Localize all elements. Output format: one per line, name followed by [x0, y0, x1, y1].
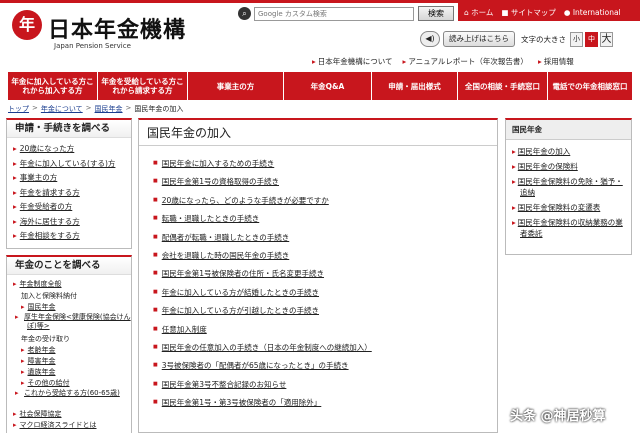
sidebar-item[interactable]: 社会保障協定 — [13, 409, 131, 420]
right-sidebar: 国民年金 国民年金の加入 国民年金の保険料 国民年金保険料の免除・猶予・追納 国… — [505, 118, 632, 255]
nav-recipients[interactable]: 年金を受給している方これから請求する方 — [98, 72, 188, 100]
font-size-medium-button[interactable]: 中 — [585, 31, 598, 47]
right-sidebar-item[interactable]: 国民年金保険料の免除・猶予・追納 — [512, 174, 627, 200]
right-sidebar-item[interactable]: 国民年金保険料の収納業務の業者委託 — [512, 215, 627, 241]
sidebar-item[interactable]: 20歳になった方 — [13, 142, 131, 157]
nav-faq[interactable]: 年金Q&A — [284, 72, 372, 100]
annual-report-link[interactable]: アニュアルレポート（年次報告書） — [403, 56, 528, 68]
procedures-title: 申請・手続きを調べる — [7, 120, 131, 138]
breadcrumb-home[interactable]: トップ — [8, 104, 29, 114]
sidebar-subitem[interactable]: これから受給する方(60-65歳) — [13, 389, 131, 409]
font-size-large-button[interactable]: 大 — [600, 31, 613, 47]
main-nav: 年金に加入している方これから加入する方 年金を受給している方これから請求する方 … — [8, 72, 632, 100]
main-content: 国民年金の加入 国民年金に加入するための手続き 国民年金第1号の資格取得の手続き… — [138, 118, 498, 433]
sidebar-subitem[interactable]: 老齢年金 — [13, 345, 131, 356]
sidebar-item[interactable]: 事業主の方 — [13, 171, 131, 186]
list-item[interactable]: 国民年金第1号被保険者の住所・氏名変更手続き — [153, 264, 497, 282]
list-item[interactable]: 年金に加入している方が結婚したときの手続き — [153, 283, 497, 301]
right-sidebar-title: 国民年金 — [506, 120, 631, 140]
list-item[interactable]: 国民年金第1号の資格取得の手続き — [153, 172, 497, 190]
sidebar-subitem[interactable]: 遺族年金 — [13, 367, 131, 378]
search-bar: ⌕ 検索 — [238, 6, 456, 21]
list-item[interactable]: 20歳になったら、どのような手続きが必要ですか — [153, 191, 497, 209]
font-size-small-button[interactable]: 小 — [570, 31, 583, 47]
sidebar-subitem[interactable]: 障害年金 — [13, 356, 131, 367]
font-size-label: 文字の大きさ — [521, 34, 566, 44]
sidebar-item[interactable]: 年金を請求する方 — [13, 186, 131, 201]
sidebar-item[interactable]: マクロ経済スライドとは — [13, 420, 131, 431]
sidebar-subitem[interactable]: その他の給付 — [13, 378, 131, 389]
home-link[interactable]: ⌂ ホーム — [464, 7, 493, 18]
search-input[interactable] — [254, 6, 414, 21]
logo-seal-icon: 年 — [12, 10, 42, 40]
sitemap-link[interactable]: ■ サイトマップ — [501, 7, 555, 18]
sidebar-item[interactable]: 年金相談をする方 — [13, 229, 131, 244]
about-link[interactable]: 日本年金機構について — [312, 56, 393, 68]
watermark: 头条 @神居秒算 — [510, 409, 606, 424]
international-link[interactable]: ● International — [564, 8, 621, 17]
breadcrumb-national-pension[interactable]: 国民年金 — [95, 104, 123, 114]
search-icon: ⌕ — [238, 7, 251, 20]
nav-employers[interactable]: 事業主の方 — [188, 72, 284, 100]
right-sidebar-item[interactable]: 国民年金の保険料 — [512, 159, 627, 174]
procedures-box: 申請・手続きを調べる 20歳になった方 年金に加入している(する)方 事業主の方… — [6, 118, 132, 249]
sidebar-group-label: 年金の受け取り — [21, 334, 70, 343]
left-sidebar: 申請・手続きを調べる 20歳になった方 年金に加入している(する)方 事業主の方… — [6, 118, 132, 433]
brand-name-en: Japan Pension Service — [54, 42, 131, 50]
recruit-link[interactable]: 採用情報 — [538, 56, 574, 68]
list-item[interactable]: 会社を退職した時の国民年金の手続き — [153, 246, 497, 264]
breadcrumb: トップ > 年金について > 国民年金 > 国民年金の加入 — [8, 104, 184, 114]
list-item[interactable]: 年金に加入している方が引越したときの手続き — [153, 301, 497, 319]
list-item[interactable]: 国民年金に加入するための手続き — [153, 154, 497, 172]
breadcrumb-current: 国民年金の加入 — [134, 105, 184, 113]
nav-phone[interactable]: 電話での年金相談窓口 — [548, 72, 632, 100]
list-item[interactable]: 3号被保険者の「配偶者が65歳になったとき」の手続き — [153, 356, 497, 374]
sidebar-subitem[interactable]: 国民年金 — [13, 302, 131, 313]
list-item[interactable]: 配偶者が転職・退職したときの手続き — [153, 228, 497, 246]
accessibility-tools: ◀) 読み上げはこちら 文字の大きさ 小 中 大 — [420, 28, 638, 50]
procedure-list: 国民年金に加入するための手続き 国民年金第1号の資格取得の手続き 20歳になった… — [139, 146, 497, 411]
page-title: 国民年金の加入 — [139, 120, 497, 146]
brand-name: 日本年金機構 — [48, 17, 187, 43]
nav-forms[interactable]: 申請・届出様式 — [372, 72, 458, 100]
right-sidebar-item[interactable]: 国民年金保険料の変遷表 — [512, 200, 627, 215]
sub-links: 日本年金機構について アニュアルレポート（年次報告書） 採用情報 — [312, 56, 640, 68]
pension-info-box: 年金のことを調べる 年金制度全般 加入と保険料納付 国民年金 厚生年金保険<健康… — [6, 254, 132, 433]
read-aloud-button[interactable]: 読み上げはこちら — [443, 31, 515, 47]
sidebar-item[interactable]: 年金に加入している(する)方 — [13, 157, 131, 172]
sidebar-group-label: 加入と保険料納付 — [21, 291, 77, 300]
sidebar-subitem[interactable]: 厚生年金保険<健康保険(協会けんぽ)等> — [13, 313, 131, 333]
nav-insured[interactable]: 年金に加入している方これから加入する方 — [8, 72, 98, 100]
search-button[interactable]: 検索 — [418, 6, 454, 21]
sidebar-item[interactable]: 海外に居住する方 — [13, 215, 131, 230]
site-logo[interactable]: 年 日本年金機構 Japan Pension Service — [10, 8, 190, 52]
list-item[interactable]: 転職・退職したときの手続き — [153, 209, 497, 227]
pension-info-title: 年金のことを調べる — [7, 256, 131, 275]
nav-counters[interactable]: 全国の相談・手続窓口 — [458, 72, 548, 100]
list-item[interactable]: 国民年金の任意加入の手続き（日本の年金制度への継続加入） — [153, 338, 497, 356]
right-sidebar-item[interactable]: 国民年金の加入 — [512, 144, 627, 159]
list-item[interactable]: 任意加入制度 — [153, 320, 497, 338]
list-item[interactable]: 国民年金第1号・第3号被保険者の「適用除外」 — [153, 393, 497, 411]
sidebar-item[interactable]: 年金制度全般 — [13, 279, 131, 290]
top-links: ⌂ ホーム ■ サイトマップ ● International — [458, 3, 640, 21]
speaker-icon: ◀) — [420, 31, 440, 47]
list-item[interactable]: 国民年金第3号不整合記録のお知らせ — [153, 375, 497, 393]
breadcrumb-pension[interactable]: 年金について — [41, 104, 83, 114]
sidebar-item[interactable]: 年金受給者の方 — [13, 200, 131, 215]
